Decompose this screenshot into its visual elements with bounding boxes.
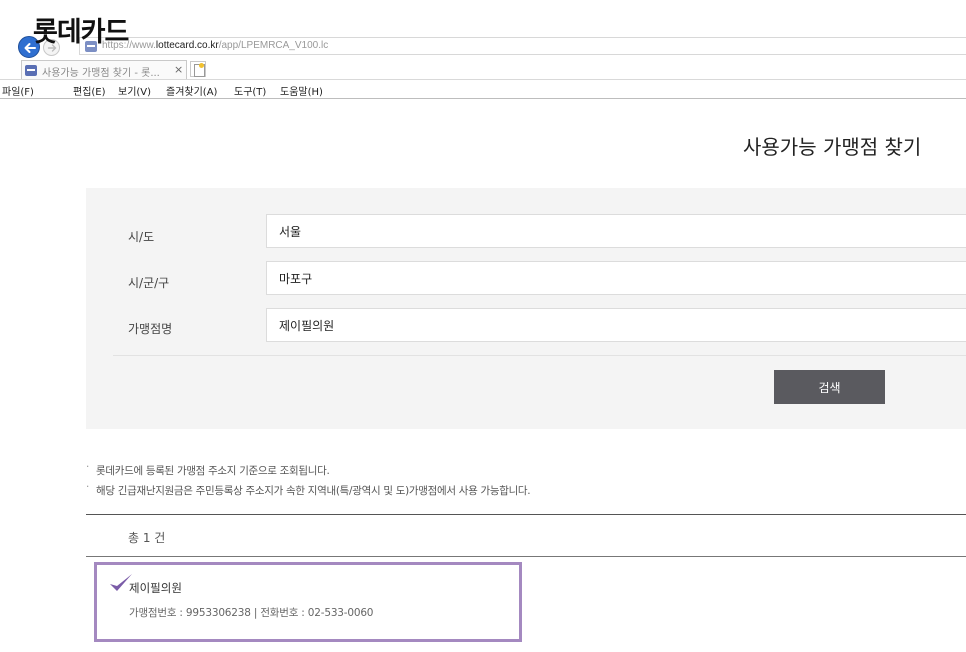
search-form: 시/도 서울 시/군/구 마포구 가맹점명 제이필의원 검색 — [86, 188, 966, 429]
result-count: 총 1 건 — [128, 531, 166, 545]
district-label: 시/군/구 — [128, 276, 170, 290]
store-name-input[interactable]: 제이필의원 — [266, 308, 966, 342]
notice-list: · 롯데카드에 등록된 가맹점 주소지 기준으로 조회됩니다. · 해당 긴급재난지… — [86, 461, 531, 503]
menu-help[interactable]: 도움말(H) — [280, 83, 323, 98]
form-divider — [113, 355, 966, 356]
menu-edit[interactable]: 편집(E) — [73, 83, 106, 98]
notice-item: · 롯데카드에 등록된 가맹점 주소지 기준으로 조회됩니다. — [86, 461, 330, 477]
url-input[interactable]: https://www.lottecard.co.kr/app/LPEMRCA_… — [79, 37, 966, 55]
menu-favorites[interactable]: 즐겨찾기(A) — [166, 83, 217, 98]
notice-item: · 해당 긴급재난지원금은 주민등록상 주소지가 속한 지역내(특/광역시 및 도… — [86, 481, 531, 497]
url-text: https://www.lottecard.co.kr/app/LPEMRCA_… — [102, 40, 329, 51]
menu-file[interactable]: 파일(F) — [2, 83, 34, 98]
tab-close-icon[interactable]: × — [174, 63, 183, 76]
city-label: 시/도 — [128, 230, 155, 244]
tab-title: 사용가능 가맹점 찾기 - 롯... — [42, 68, 160, 79]
address-bar-row: https://www.lottecard.co.kr/app/LPEMRCA_… — [0, 34, 966, 58]
browser-tab[interactable]: 사용가능 가맹점 찾기 - 롯... × — [21, 60, 187, 79]
search-button[interactable]: 검색 — [774, 370, 885, 404]
tab-strip: 사용가능 가맹점 찾기 - 롯... × — [0, 58, 966, 80]
result-store-info: 가맹점번호 : 9953306238 | 전화번호 : 02-533-0060 — [129, 607, 374, 619]
overlay-title: 롯데카드 — [33, 17, 129, 48]
store-name-label: 가맹점명 — [128, 322, 173, 336]
results-top-divider — [86, 514, 966, 515]
city-select[interactable]: 서울 — [266, 214, 966, 248]
page-title: 사용가능 가맹점 찾기 — [743, 135, 922, 159]
result-item-highlight[interactable]: 제이필의원 가맹점번호 : 9953306238 | 전화번호 : 02-533… — [94, 562, 522, 642]
result-store-name: 제이필의원 — [129, 581, 182, 595]
new-tab-icon[interactable] — [190, 61, 206, 77]
menu-bar: 파일(F) 편집(E) 보기(V) 즐겨찾기(A) 도구(T) 도움말(H) — [0, 80, 966, 99]
tab-favicon-icon — [25, 65, 37, 76]
menu-tools[interactable]: 도구(T) — [234, 83, 266, 98]
district-select[interactable]: 마포구 — [266, 261, 966, 295]
results-bottom-divider — [86, 556, 966, 557]
menu-view[interactable]: 보기(V) — [118, 83, 151, 98]
